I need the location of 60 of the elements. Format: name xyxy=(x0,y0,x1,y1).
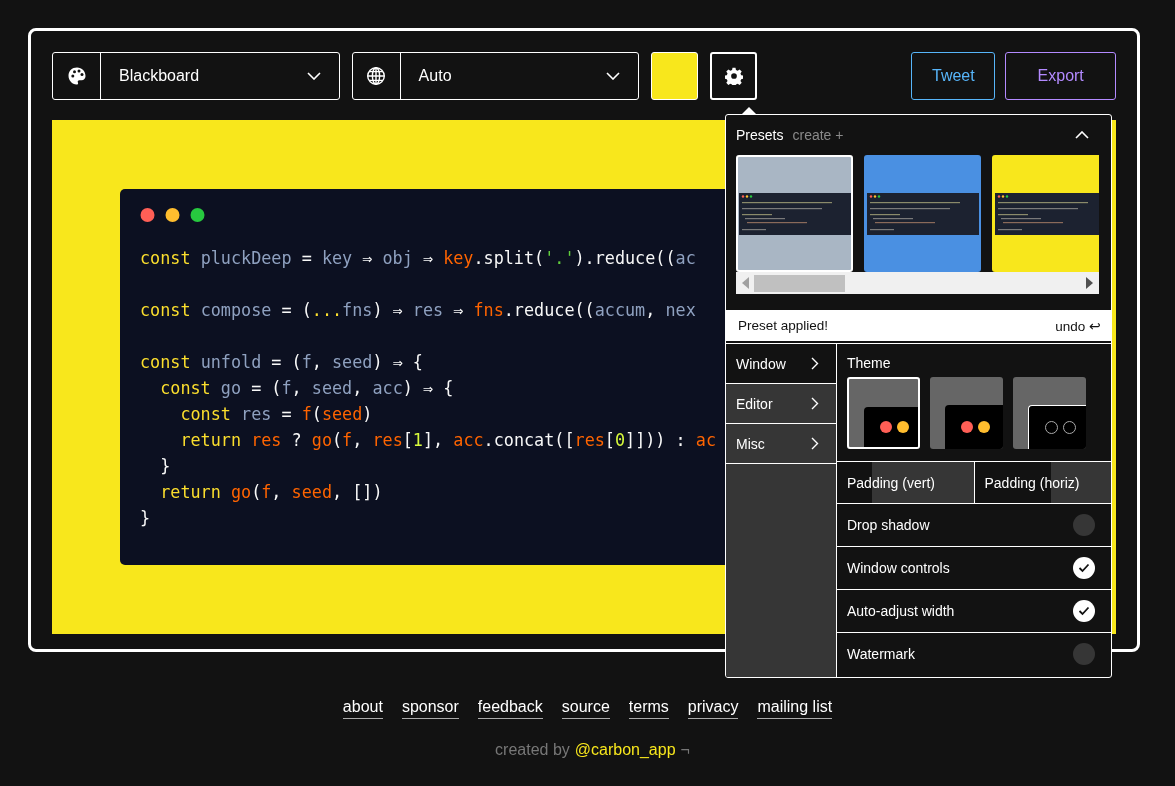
code-line: return go(f, seed, []) xyxy=(159,481,383,504)
chevron-right-icon xyxy=(811,357,819,370)
scroll-right-icon[interactable] xyxy=(1085,277,1093,289)
chevron-down-icon xyxy=(306,72,321,80)
footer-link[interactable]: mailing list xyxy=(757,698,833,719)
chevron-up-icon[interactable] xyxy=(1075,131,1089,139)
export-button[interactable]: Export xyxy=(1005,52,1116,100)
settings-menu-item[interactable]: Window xyxy=(726,344,836,384)
preset-thumbnail[interactable] xyxy=(864,155,981,272)
padding-slider[interactable]: Padding (horiz) xyxy=(973,462,1111,503)
globe-icon xyxy=(366,66,387,86)
toggle-label: Watermark xyxy=(847,646,915,662)
window-theme-option[interactable] xyxy=(847,377,920,449)
create-preset-link[interactable]: create + xyxy=(792,127,844,143)
preset-applied-message: Preset applied! xyxy=(738,318,829,333)
window-theme-option[interactable] xyxy=(930,377,1003,449)
chevron-right-icon xyxy=(811,437,819,450)
footer-link[interactable]: about xyxy=(342,698,383,719)
presets-title: Presets xyxy=(736,127,784,143)
background-color-button[interactable] xyxy=(651,52,699,100)
footer-link[interactable]: terms xyxy=(628,698,669,719)
check-icon xyxy=(1078,606,1090,616)
code-line: const unfold = (f, seed) ⇒ { xyxy=(140,351,423,374)
code-line: const compose = (...fns) ⇒ res ⇒ fns.reduce((accum, nex xyxy=(140,299,696,322)
code-line: const go = (f, seed, acc) ⇒ { xyxy=(159,377,454,400)
code-line: } xyxy=(159,455,171,478)
settings-button[interactable] xyxy=(710,52,758,100)
theme-dropdown[interactable]: Blackboard xyxy=(52,52,340,100)
chevron-right-icon xyxy=(811,397,819,410)
settings-icon xyxy=(724,67,743,85)
preset-thumbnail[interactable] xyxy=(736,155,853,272)
preset-thumbnail[interactable] xyxy=(992,155,1099,272)
toggle-label: Auto-adjust width xyxy=(847,603,955,619)
check-icon xyxy=(1078,563,1090,573)
chevron-down-icon xyxy=(606,72,621,80)
undo-link[interactable]: undo ↩ xyxy=(1055,317,1101,334)
toggle-label: Drop shadow xyxy=(847,517,930,533)
window-theme-option[interactable] xyxy=(1013,377,1086,449)
footer-link[interactable]: source xyxy=(561,698,610,719)
code-line: return res ? go(f, res[1], acc.concat([res[0]])) : ac xyxy=(179,429,716,452)
padding-slider[interactable]: Padding (vert) xyxy=(837,462,974,503)
footer-link[interactable]: feedback xyxy=(477,698,543,719)
footer-link[interactable]: privacy xyxy=(687,698,739,719)
toggle-checkbox[interactable] xyxy=(1073,643,1095,665)
footer-link[interactable]: sponsor xyxy=(401,698,459,719)
code-line: const res = f(seed) xyxy=(179,403,373,426)
theme-label: Theme xyxy=(847,355,891,371)
palette-icon xyxy=(66,66,87,86)
language-dropdown[interactable]: Auto xyxy=(351,52,640,100)
toggle-checkbox[interactable] xyxy=(1073,514,1095,536)
toggle-checkbox[interactable] xyxy=(1073,557,1095,579)
credit-mark: ¬ xyxy=(680,741,690,759)
horizontal-scrollbar[interactable] xyxy=(736,272,1099,294)
tweet-button[interactable]: Tweet xyxy=(911,52,996,100)
code-line: } xyxy=(140,507,151,530)
credit-text: created by xyxy=(495,741,570,759)
toggle-label: Window controls xyxy=(847,560,950,576)
toggle-checkbox[interactable] xyxy=(1073,600,1095,622)
code-line: const pluckDeep = key ⇒ obj ⇒ key.split('.').reduce((ac xyxy=(140,247,696,270)
credit-handle-link[interactable]: @carbon_app xyxy=(574,741,676,759)
